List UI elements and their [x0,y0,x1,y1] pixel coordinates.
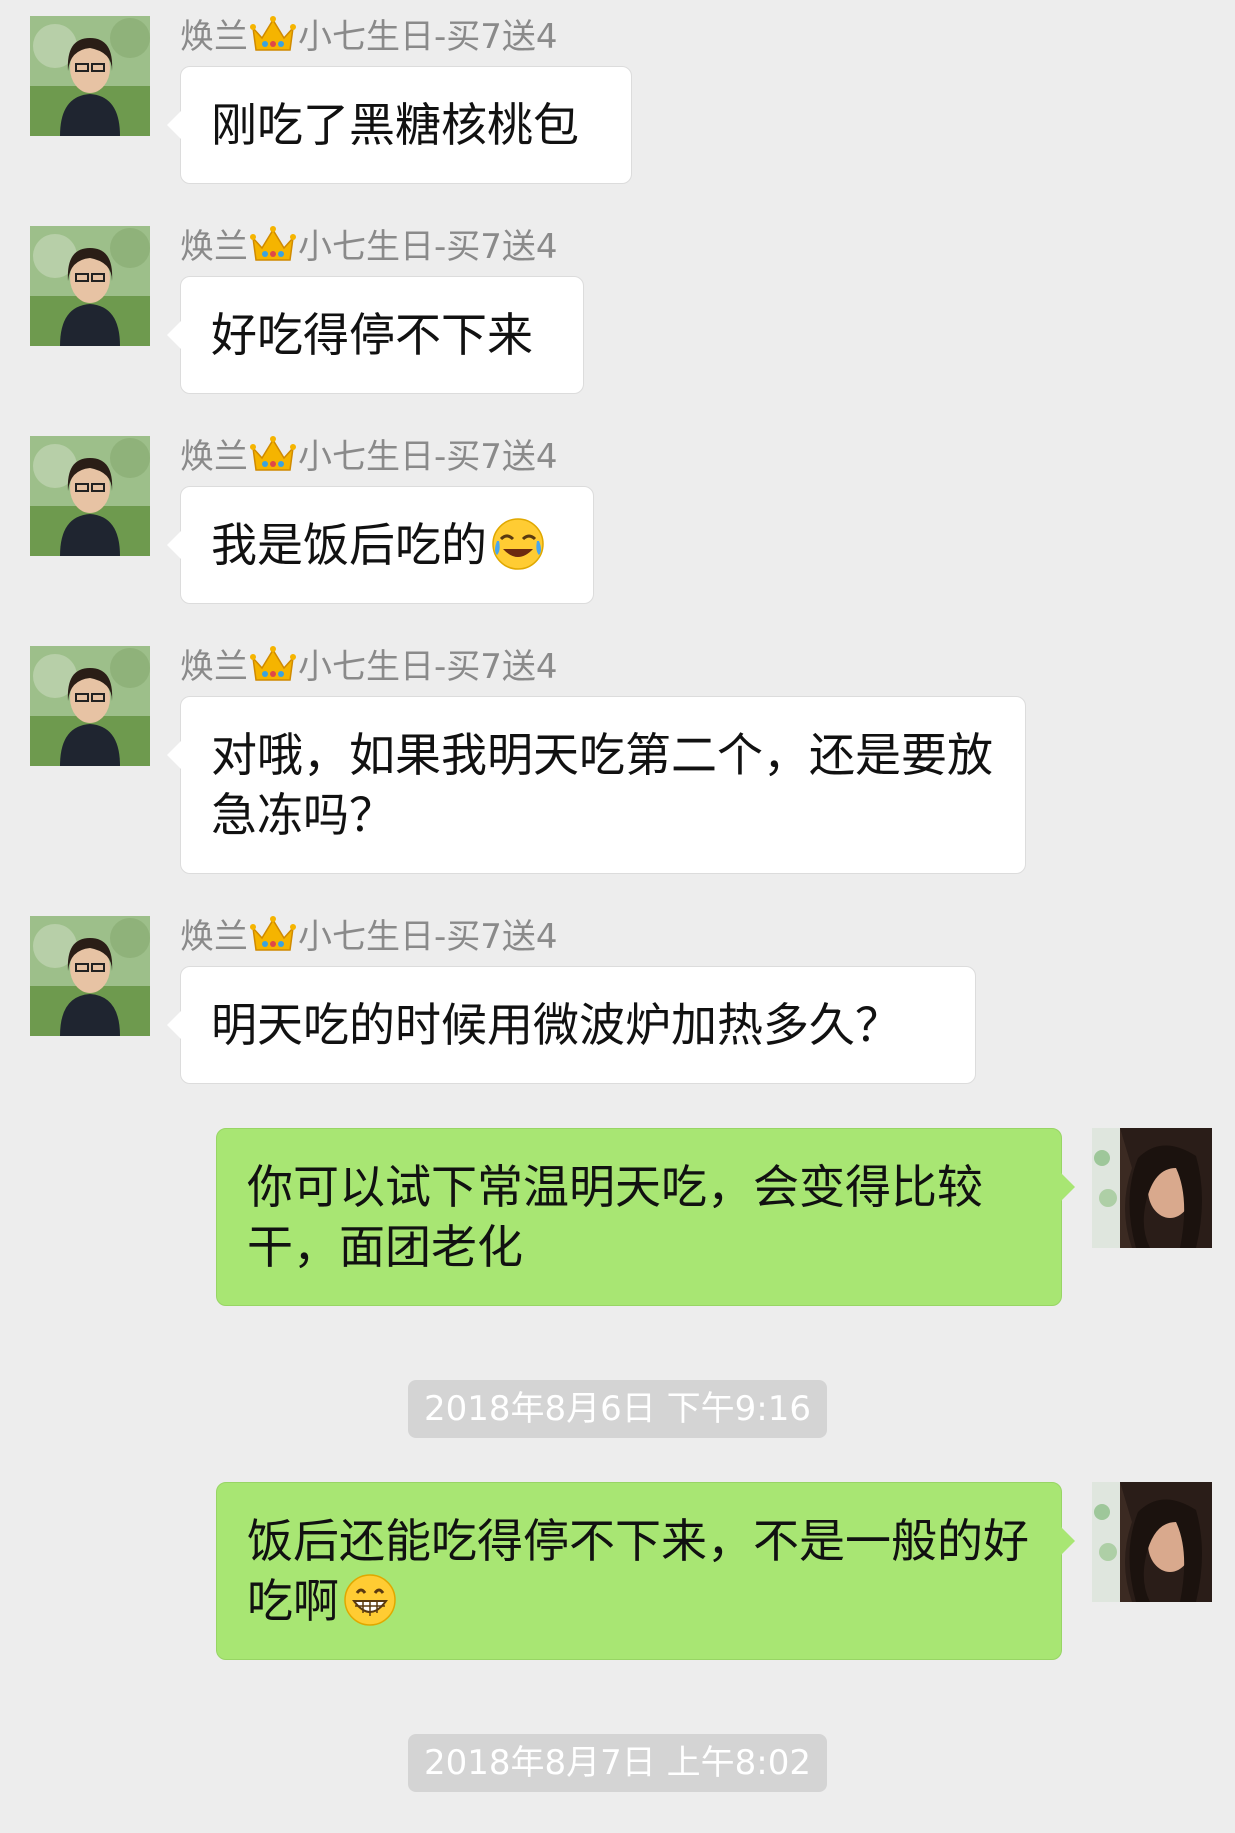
crown-icon [250,14,296,54]
timestamp: 2018年8月6日 下午9:16 [0,1380,1235,1438]
chat-window: 焕兰 小七生日-买7送4 刚吃了黑糖核桃包 焕兰 小七生日-买7送4 好吃得停不下来… [0,0,1235,1833]
message-bubble-incoming[interactable]: 明天吃的时候用微波炉加热多久？ [167,966,976,1084]
crown-icon [250,224,296,264]
message-text: 好吃得停不下来 [211,308,533,362]
contact-avatar[interactable] [30,16,150,136]
contact-avatar[interactable] [30,436,150,556]
self-avatar[interactable] [1092,1128,1212,1248]
timestamp: 2018年8月7日 上午8:02 [0,1734,1235,1792]
self-avatar[interactable] [1092,1482,1212,1602]
message-text: 明天吃的时候用微波炉加热多久？ [211,998,901,1052]
contact-avatar[interactable] [30,646,150,766]
tears-of-joy-emoji [491,517,545,571]
sender-name-prefix: 焕兰 [180,647,248,687]
sender-name: 焕兰 小七生日-买7送4 [180,224,558,270]
sender-name-suffix: 小七生日-买7送4 [298,17,558,57]
message-bubble-outgoing[interactable]: 你可以试下常温明天吃，会变得比较干，面团老化 [216,1128,1075,1306]
sender-name-prefix: 焕兰 [180,437,248,477]
message-bubble-incoming[interactable]: 好吃得停不下来 [167,276,584,394]
message-bubble-incoming[interactable]: 我是饭后吃的 [167,486,594,604]
sender-name-prefix: 焕兰 [180,17,248,57]
message-bubble-outgoing[interactable]: 饭后还能吃得停不下来，不是一般的好吃啊 [216,1482,1075,1660]
crown-icon [250,914,296,954]
message-text: 刚吃了黑糖核桃包 [211,98,579,152]
crown-icon [250,644,296,684]
grinning-face-emoji [343,1573,397,1627]
sender-name: 焕兰 小七生日-买7送4 [180,14,558,60]
message-bubble-incoming[interactable]: 对哦，如果我明天吃第二个，还是要放急冻吗？ [167,696,1026,874]
sender-name: 焕兰 小七生日-买7送4 [180,644,558,690]
sender-name-suffix: 小七生日-买7送4 [298,437,558,477]
sender-name-prefix: 焕兰 [180,227,248,267]
sender-name-suffix: 小七生日-买7送4 [298,227,558,267]
sender-name: 焕兰 小七生日-买7送4 [180,434,558,480]
sender-name: 焕兰 小七生日-买7送4 [180,914,558,960]
sender-name-prefix: 焕兰 [180,917,248,957]
contact-avatar[interactable] [30,226,150,346]
sender-name-suffix: 小七生日-买7送4 [298,647,558,687]
timestamp-label: 2018年8月6日 下午9:16 [408,1380,827,1438]
message-text: 我是饭后吃的 [211,518,487,572]
crown-icon [250,434,296,474]
contact-avatar[interactable] [30,916,150,1036]
message-bubble-incoming[interactable]: 刚吃了黑糖核桃包 [167,66,632,184]
timestamp-label: 2018年8月7日 上午8:02 [408,1734,827,1792]
message-text: 对哦，如果我明天吃第二个，还是要放急冻吗？ [211,728,993,842]
message-text: 你可以试下常温明天吃，会变得比较干，面团老化 [247,1160,983,1274]
sender-name-suffix: 小七生日-买7送4 [298,917,558,957]
